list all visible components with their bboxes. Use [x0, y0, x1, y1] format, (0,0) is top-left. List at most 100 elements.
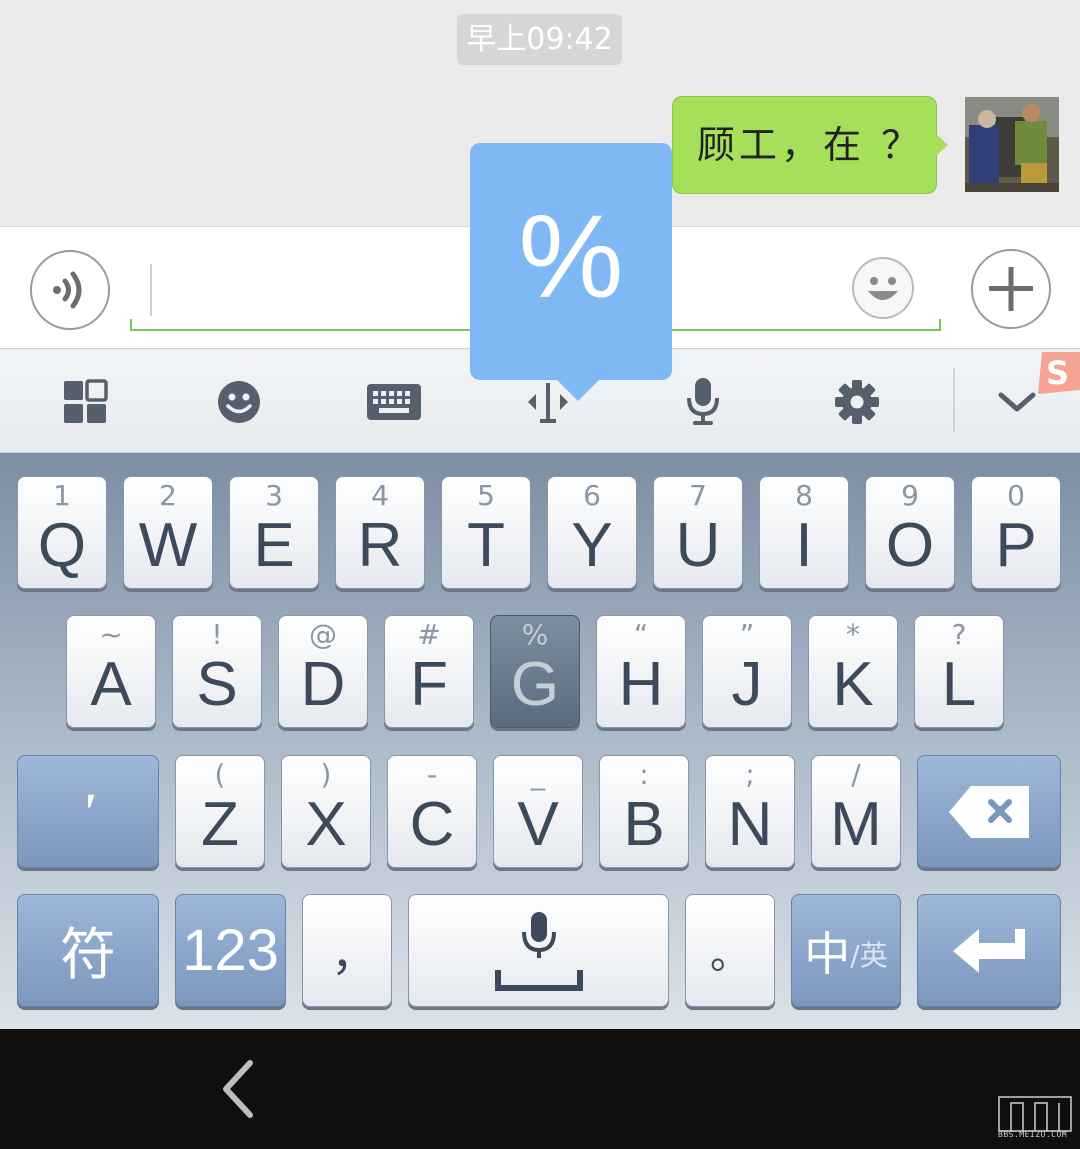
- text-cursor: [150, 264, 152, 316]
- svg-text:S: S: [1046, 354, 1069, 392]
- message-bubble-tail: [936, 134, 948, 156]
- key-i[interactable]: 8I: [759, 476, 849, 589]
- emoji-icon: [218, 381, 260, 423]
- collapse-chevron-icon: [998, 392, 1036, 412]
- emoji-panel-button[interactable]: [208, 372, 270, 432]
- key-c[interactable]: -C: [387, 755, 477, 868]
- lang-english-label: /英: [850, 938, 888, 972]
- key-primary-label: V: [517, 790, 559, 859]
- key-t[interactable]: 5T: [441, 476, 531, 589]
- key-primary-label: Q: [37, 511, 87, 580]
- key-p[interactable]: 0P: [971, 476, 1061, 589]
- key-primary-label: Z: [201, 790, 239, 859]
- symbols-key-label: 符: [60, 923, 116, 988]
- key-f[interactable]: # F: [384, 615, 474, 728]
- key-q[interactable]: 1Q: [17, 476, 107, 589]
- keyboard-switch-button[interactable]: [363, 372, 425, 432]
- key-s[interactable]: ! S: [172, 615, 262, 728]
- emoji-button[interactable]: [852, 257, 914, 319]
- key-primary-label: E: [253, 511, 295, 580]
- key-primary-label: U: [675, 511, 721, 580]
- period-key-label: 。: [710, 931, 750, 978]
- keyboard: 1 Q 2 W 3 E 4 R 5 T 6 Y 7 U 8 I 9 O 0 P ~ A! S @ D # F% G “H” J * K? L ' (…: [0, 453, 1080, 1029]
- key-primary-label: T: [467, 511, 505, 580]
- key-r[interactable]: 4R: [335, 476, 425, 589]
- key-e[interactable]: 3E: [229, 476, 319, 589]
- more-options-button[interactable]: [971, 249, 1051, 329]
- key-primary-label: H: [618, 650, 664, 719]
- space-microphone-icon: [409, 895, 668, 1006]
- voice-typing-button[interactable]: [672, 372, 734, 432]
- key-d[interactable]: @ D: [278, 615, 368, 728]
- key-primary-label: N: [727, 790, 773, 859]
- key-m[interactable]: / M: [811, 755, 901, 868]
- settings-button[interactable]: [826, 372, 888, 432]
- voice-input-icon: [53, 271, 82, 309]
- numbers-key-label: 123: [182, 918, 279, 983]
- back-chevron-icon: [223, 1060, 253, 1118]
- key-b[interactable]: :B: [599, 755, 689, 868]
- key-primary-label: G: [510, 650, 560, 719]
- key-k[interactable]: * K: [808, 615, 898, 728]
- numbers-key[interactable]: 123: [175, 894, 286, 1007]
- delete-key[interactable]: [917, 755, 1061, 868]
- message-bubble[interactable]: 顾工，在 ？: [672, 96, 937, 194]
- key-n[interactable]: ; N: [705, 755, 795, 868]
- lang-chinese-label: 中: [804, 926, 851, 981]
- key-u[interactable]: 7U: [653, 476, 743, 589]
- back-button[interactable]: [210, 1057, 270, 1121]
- apostrophe-key-label: ': [80, 781, 96, 842]
- menu-grid-icon: [64, 379, 108, 423]
- language-switch-key[interactable]: 中/英: [791, 894, 901, 1007]
- enter-key[interactable]: [917, 894, 1061, 1007]
- menu-grid-button[interactable]: [54, 372, 116, 432]
- key-primary-label: J: [731, 650, 763, 719]
- toolbar-divider: [953, 368, 955, 432]
- key-v[interactable]: _ V: [493, 755, 583, 868]
- plus-icon: [989, 267, 1033, 311]
- key-primary-label: X: [305, 790, 347, 859]
- key-primary-label: Y: [571, 511, 613, 580]
- avatar[interactable]: [965, 97, 1059, 192]
- key-w[interactable]: 2W: [123, 476, 213, 589]
- key-primary-label: P: [995, 511, 1037, 580]
- key-o[interactable]: 9O: [865, 476, 955, 589]
- microphone-icon: [687, 378, 719, 425]
- key-primary-label: B: [623, 790, 665, 859]
- sogou-logo: S: [1034, 350, 1080, 396]
- key-preview-popup-tail: [556, 379, 600, 401]
- apostrophe-key[interactable]: ': [17, 755, 159, 868]
- space-key[interactable]: [408, 894, 669, 1007]
- key-primary-label: O: [885, 511, 935, 580]
- watermark-text: BBS.MEIZU.COM: [998, 1130, 1068, 1139]
- key-a[interactable]: ~ A: [66, 615, 156, 728]
- key-primary-label: C: [409, 790, 455, 859]
- key-g[interactable]: % G: [490, 615, 580, 728]
- symbols-key[interactable]: 符: [17, 894, 159, 1007]
- key-x[interactable]: ) X: [281, 755, 371, 868]
- comma-key[interactable]: ，: [302, 894, 392, 1007]
- period-key[interactable]: 。: [685, 894, 775, 1007]
- key-y[interactable]: 6Y: [547, 476, 637, 589]
- key-primary-label: S: [196, 650, 238, 719]
- keyboard-icon: [367, 384, 421, 420]
- backspace-icon: [918, 756, 1060, 867]
- navigation-bar: [0, 1029, 1080, 1149]
- key-primary-label: R: [357, 511, 403, 580]
- enter-arrow-icon: [918, 895, 1060, 1006]
- key-j[interactable]: ” J: [702, 615, 792, 728]
- key-primary-label: D: [300, 650, 346, 719]
- voice-input-button[interactable]: [30, 250, 110, 330]
- key-primary-label: M: [830, 790, 882, 859]
- key-z[interactable]: (Z: [175, 755, 265, 868]
- key-primary-label: I: [795, 511, 813, 580]
- smiley-icon: [868, 277, 898, 300]
- settings-gear-icon: [835, 380, 879, 424]
- key-h[interactable]: “H: [596, 615, 686, 728]
- key-primary-label: F: [410, 650, 448, 719]
- key-primary-label: K: [832, 650, 874, 719]
- key-l[interactable]: ? L: [914, 615, 1004, 728]
- key-primary-label: W: [138, 511, 198, 580]
- comma-key-label: ，: [331, 926, 377, 981]
- key-primary-label: L: [941, 650, 977, 719]
